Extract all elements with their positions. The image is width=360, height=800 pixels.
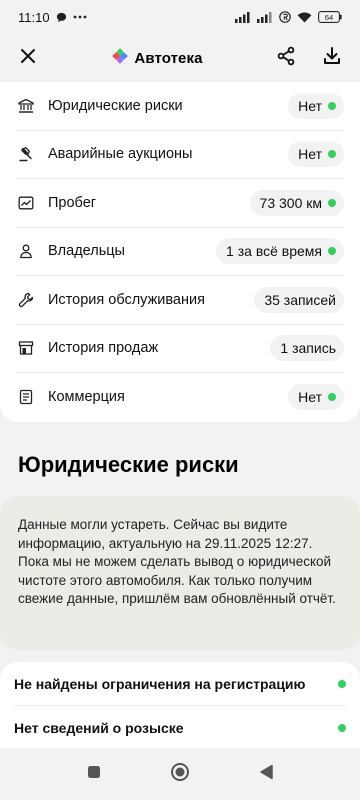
close-icon bbox=[20, 48, 36, 69]
download-button[interactable] bbox=[316, 42, 348, 74]
status-ok-dot bbox=[328, 393, 336, 402]
wrench-icon bbox=[16, 290, 36, 310]
check-row-wanted[interactable]: Нет сведений о розыске bbox=[14, 706, 346, 750]
summary-row-commercial[interactable]: Коммерция Нет bbox=[16, 373, 344, 422]
status-ok-dot bbox=[328, 101, 336, 110]
status-ok-dot bbox=[338, 679, 346, 688]
stale-data-notice: Данные могли устареть. Сейчас вы видите … bbox=[0, 496, 360, 650]
status-value: 1 запись bbox=[280, 340, 336, 357]
square-icon bbox=[87, 765, 101, 784]
summary-label: Аварийные аукционы bbox=[48, 146, 193, 163]
signal-icon bbox=[235, 11, 251, 23]
summary-label: Пробег bbox=[48, 194, 97, 211]
summary-label: Владельцы bbox=[48, 243, 125, 260]
legal-checks-card: Не найдены ограничения на регистрацию Не… bbox=[0, 662, 360, 762]
summary-label: История продаж bbox=[48, 340, 159, 357]
status-pill: 1 за всё время bbox=[216, 238, 344, 265]
check-row-registration-restrictions[interactable]: Не найдены ограничения на регистрацию bbox=[14, 662, 346, 706]
status-value: Нет bbox=[298, 389, 322, 406]
back-triangle-icon bbox=[259, 764, 273, 785]
person-icon bbox=[16, 241, 36, 261]
status-pill: 73 300 км bbox=[249, 189, 344, 216]
status-value: 73 300 км bbox=[259, 194, 322, 211]
storefront-icon bbox=[16, 338, 36, 358]
summary-row-mileage[interactable]: Пробег 73 300 км bbox=[16, 179, 344, 228]
status-ok-dot bbox=[328, 247, 336, 256]
share-icon bbox=[276, 46, 296, 71]
status-pill: Нет bbox=[288, 141, 344, 168]
more-dots-icon bbox=[73, 15, 87, 19]
summary-label: Юридические риски bbox=[48, 97, 183, 114]
battery-level: 64 bbox=[325, 13, 333, 22]
status-ok-dot bbox=[338, 723, 346, 732]
summary-label: Коммерция bbox=[48, 389, 125, 406]
summary-row-accident-auctions[interactable]: Аварийные аукционы Нет bbox=[16, 131, 344, 179]
summary-row-legal-risks[interactable]: Юридические риски Нет bbox=[16, 82, 344, 131]
roaming-icon bbox=[279, 11, 291, 23]
chat-bubble-icon bbox=[56, 12, 67, 23]
system-nav-bar bbox=[0, 748, 360, 800]
close-button[interactable] bbox=[12, 42, 44, 74]
section-title: Юридические риски bbox=[18, 452, 239, 477]
summary-row-owners[interactable]: Владельцы 1 за всё время bbox=[16, 228, 344, 276]
status-value: 35 записей bbox=[264, 291, 336, 308]
wifi-icon bbox=[297, 11, 312, 23]
status-time: 11:10 bbox=[18, 9, 50, 25]
status-value: Нет bbox=[298, 146, 322, 163]
share-button[interactable] bbox=[270, 42, 302, 74]
battery-icon: 64 bbox=[318, 11, 342, 23]
notice-text: Данные могли устареть. Сейчас вы видите … bbox=[18, 517, 336, 606]
autoteka-logo-icon bbox=[111, 47, 129, 69]
back-button[interactable] bbox=[254, 762, 278, 786]
home-button[interactable] bbox=[168, 762, 192, 786]
status-pill: Нет bbox=[288, 384, 344, 411]
summary-row-service-history[interactable]: История обслуживания 35 записей bbox=[16, 276, 344, 325]
app-name: Автотека bbox=[134, 49, 203, 67]
summary-row-sales-history[interactable]: История продаж 1 запись bbox=[16, 325, 344, 373]
bank-icon bbox=[16, 96, 36, 116]
check-label: Не найдены ограничения на регистрацию bbox=[14, 675, 306, 692]
status-bar: 11:10 64 bbox=[0, 0, 360, 34]
signal-icon-2 bbox=[257, 11, 273, 23]
status-pill: 1 запись bbox=[270, 335, 344, 362]
download-icon bbox=[322, 46, 342, 71]
check-label: Нет сведений о розыске bbox=[14, 719, 184, 736]
summary-label: История обслуживания bbox=[48, 291, 205, 308]
status-value: 1 за всё время bbox=[226, 243, 322, 260]
gavel-icon bbox=[16, 144, 36, 164]
app-logo: Автотека bbox=[111, 47, 202, 69]
status-ok-dot bbox=[328, 198, 336, 207]
document-icon bbox=[16, 387, 36, 407]
status-pill: 35 записей bbox=[254, 286, 344, 313]
recent-apps-button[interactable] bbox=[82, 762, 106, 786]
status-ok-dot bbox=[328, 150, 336, 159]
status-pill: Нет bbox=[288, 92, 344, 119]
report-summary-card: Юридические риски Нет Аварийные аукционы… bbox=[0, 82, 360, 422]
app-bar: Автотека bbox=[0, 34, 360, 82]
home-circle-icon bbox=[170, 762, 190, 787]
status-value: Нет bbox=[298, 97, 322, 114]
chart-icon bbox=[16, 193, 36, 213]
